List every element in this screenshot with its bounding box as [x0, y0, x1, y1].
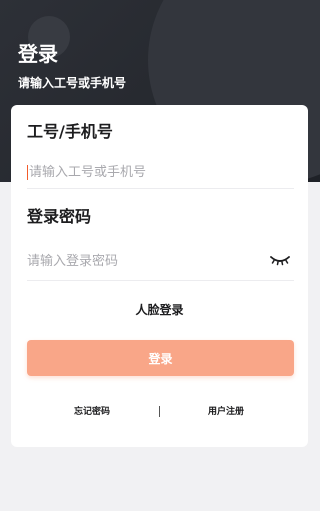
page-title: 登录: [18, 42, 58, 66]
face-login-link[interactable]: 人脸登录: [11, 301, 308, 319]
page-subtitle: 请输入工号或手机号: [18, 76, 127, 90]
register-link[interactable]: 用户注册: [208, 405, 244, 419]
password-label: 登录密码: [27, 207, 92, 226]
login-card: 工号/手机号 登录密码 人脸登录 登录 忘记密码 用户注册: [11, 105, 308, 447]
password-input[interactable]: [27, 246, 259, 276]
login-button[interactable]: 登录: [27, 340, 294, 376]
account-input[interactable]: [27, 157, 294, 187]
account-label: 工号/手机号: [27, 122, 113, 141]
login-screen: 登录 请输入工号或手机号 工号/手机号 登录密码 人脸登录 登录 忘记密码 用户…: [0, 0, 320, 511]
forgot-password-link[interactable]: 忘记密码: [74, 405, 110, 419]
link-divider: [159, 406, 160, 417]
eye-closed-icon[interactable]: [269, 254, 291, 266]
password-underline: [27, 280, 294, 281]
account-underline: [27, 188, 294, 189]
